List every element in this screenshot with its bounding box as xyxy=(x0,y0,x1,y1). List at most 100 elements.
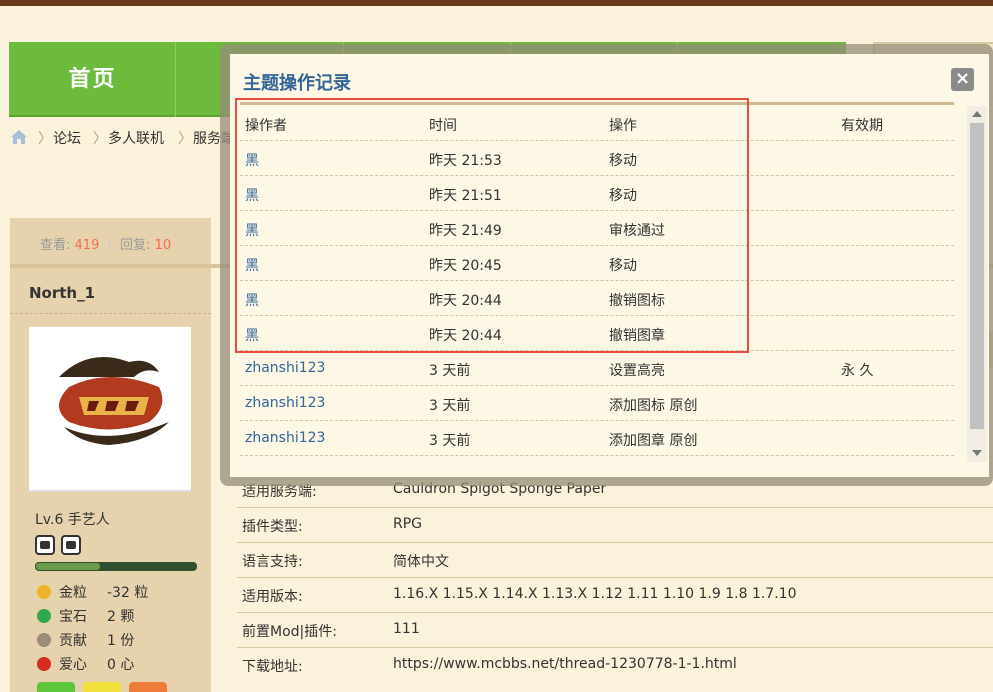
cell-time: 昨天 21:53 xyxy=(429,153,502,169)
operator-link[interactable]: 黑 xyxy=(245,185,259,205)
message-button[interactable] xyxy=(83,682,121,692)
scroll-up-icon[interactable] xyxy=(972,111,982,117)
chevron-right-icon: 〉 xyxy=(93,131,107,147)
attr-label: 宝石 xyxy=(59,609,87,625)
cell-action: 撤销图章 xyxy=(609,328,665,344)
replies-count: 10 xyxy=(154,238,172,253)
home-icon[interactable] xyxy=(10,129,28,149)
info-row-language: 语言支持: 简体中文 xyxy=(237,543,993,578)
info-value: RPG xyxy=(393,516,423,532)
level-progress-fill xyxy=(36,563,100,570)
divider xyxy=(10,313,211,314)
operator-link[interactable]: 黑 xyxy=(245,255,259,275)
replies-label: 回复: xyxy=(120,238,151,253)
operation-log-dialog: 主题操作记录 × 操作者 时间 操作 有效期 黑 昨天 21:53 移动 黑 昨… xyxy=(230,54,989,477)
attr-value: 0 心 xyxy=(107,657,135,673)
table-row: 黑 昨天 21:49 审核通过 xyxy=(240,211,954,246)
breadcrumb-forum[interactable]: 论坛 xyxy=(53,128,81,148)
user-level: Lv.6 手艺人 xyxy=(35,512,110,528)
operation-log-table: 操作者 时间 操作 有效期 黑 昨天 21:53 移动 黑 昨天 21:51 移… xyxy=(240,106,954,456)
cell-time: 昨天 21:49 xyxy=(429,223,502,239)
cell-action: 移动 xyxy=(609,153,637,169)
views-count: 419 xyxy=(74,238,100,253)
info-label: 前置Mod|插件: xyxy=(242,624,337,640)
header-expiry: 有效期 xyxy=(841,118,883,134)
cell-action: 审核通过 xyxy=(609,223,665,239)
table-row: 黑 昨天 20:44 撤销图标 xyxy=(240,281,954,316)
cell-time: 昨天 20:44 xyxy=(429,328,502,344)
info-row-prereq: 前置Mod|插件: 111 xyxy=(237,613,993,648)
cell-time: 昨天 21:51 xyxy=(429,188,502,204)
avatar[interactable] xyxy=(29,327,191,492)
attr-label: 贡献 xyxy=(59,633,87,649)
add-friend-button[interactable] xyxy=(37,682,75,692)
thread-stats: 查看: 419 | 回复: 10 xyxy=(40,238,172,253)
info-value: 1.16.X 1.15.X 1.14.X 1.13.X 1.12 1.11 1.… xyxy=(393,586,797,602)
operator-link[interactable]: 黑 xyxy=(245,150,259,170)
info-row-type: 插件类型: RPG xyxy=(237,508,993,543)
header-action: 操作 xyxy=(609,118,637,134)
scrollbar[interactable] xyxy=(967,106,987,462)
title-underline xyxy=(240,102,954,105)
chevron-right-icon: 〉 xyxy=(38,131,52,147)
table-row: 黑 昨天 20:45 移动 xyxy=(240,246,954,281)
author-name[interactable]: North_1 xyxy=(29,284,95,302)
avatar-logo-image xyxy=(59,357,169,445)
heart-icon xyxy=(37,657,51,671)
info-label: 插件类型: xyxy=(242,519,303,535)
contribution-icon xyxy=(37,633,51,647)
operator-link[interactable]: 黑 xyxy=(245,325,259,345)
info-value: 简体中文 xyxy=(393,554,449,570)
info-label: 语言支持: xyxy=(242,554,303,570)
dialog-title: 主题操作记录 xyxy=(243,73,351,94)
table-row: 黑 昨天 21:53 移动 xyxy=(240,141,954,176)
cell-action: 添加图章 原创 xyxy=(609,433,698,449)
cell-action: 添加图标 原创 xyxy=(609,398,698,414)
attr-label: 金粒 xyxy=(59,585,87,601)
chevron-right-icon: 〉 xyxy=(178,131,192,147)
table-row: zhanshi123 3 天前 添加图标 原创 xyxy=(240,386,954,421)
views-label: 查看: xyxy=(40,238,71,253)
operator-link[interactable]: 黑 xyxy=(245,220,259,240)
cell-expiry: 永 久 xyxy=(841,363,874,379)
gem-icon xyxy=(37,609,51,623)
operator-link[interactable]: zhanshi123 xyxy=(245,430,325,446)
header-operator: 操作者 xyxy=(245,118,287,134)
scroll-thumb[interactable] xyxy=(970,123,984,429)
download-link[interactable]: https://www.mcbbs.net/thread-1230778-1-1… xyxy=(393,656,737,672)
attr-value: 2 颗 xyxy=(107,609,135,625)
cell-action: 设置高亮 xyxy=(609,363,665,379)
follow-button[interactable] xyxy=(129,682,167,692)
info-label: 下载地址: xyxy=(242,659,303,675)
info-value: 111 xyxy=(393,621,420,637)
cell-time: 3 天前 xyxy=(429,433,471,449)
cell-time: 3 天前 xyxy=(429,398,471,414)
attr-value: 1 份 xyxy=(107,633,135,649)
medal-icon[interactable] xyxy=(61,535,81,555)
close-button[interactable]: × xyxy=(951,68,974,91)
cell-time: 3 天前 xyxy=(429,363,471,379)
table-row: zhanshi123 3 天前 设置高亮 永 久 xyxy=(240,351,954,386)
level-progress-bar xyxy=(35,562,197,571)
operator-link[interactable]: zhanshi123 xyxy=(245,395,325,411)
operator-link[interactable]: zhanshi123 xyxy=(245,360,325,376)
attr-label: 爱心 xyxy=(59,657,87,673)
cell-time: 昨天 20:45 xyxy=(429,258,502,274)
gold-icon xyxy=(37,585,51,599)
cell-time: 昨天 20:44 xyxy=(429,293,502,309)
info-label: 适用版本: xyxy=(242,589,303,605)
table-row: 黑 昨天 21:51 移动 xyxy=(240,176,954,211)
medal-icon[interactable] xyxy=(35,535,55,555)
scroll-down-icon[interactable] xyxy=(972,450,982,456)
cell-action: 撤销图标 xyxy=(609,293,665,309)
breadcrumb-multiplayer[interactable]: 多人联机 xyxy=(108,128,164,148)
table-row: 黑 昨天 20:44 撤销图章 xyxy=(240,316,954,351)
nav-item-home-divider xyxy=(9,42,176,117)
operator-link[interactable]: 黑 xyxy=(245,290,259,310)
header-time: 时间 xyxy=(429,118,457,134)
cell-action: 移动 xyxy=(609,258,637,274)
top-border xyxy=(0,0,993,6)
table-row: zhanshi123 3 天前 添加图章 原创 xyxy=(240,421,954,456)
attr-value: -32 粒 xyxy=(107,585,149,601)
table-header: 操作者 时间 操作 有效期 xyxy=(240,106,954,141)
